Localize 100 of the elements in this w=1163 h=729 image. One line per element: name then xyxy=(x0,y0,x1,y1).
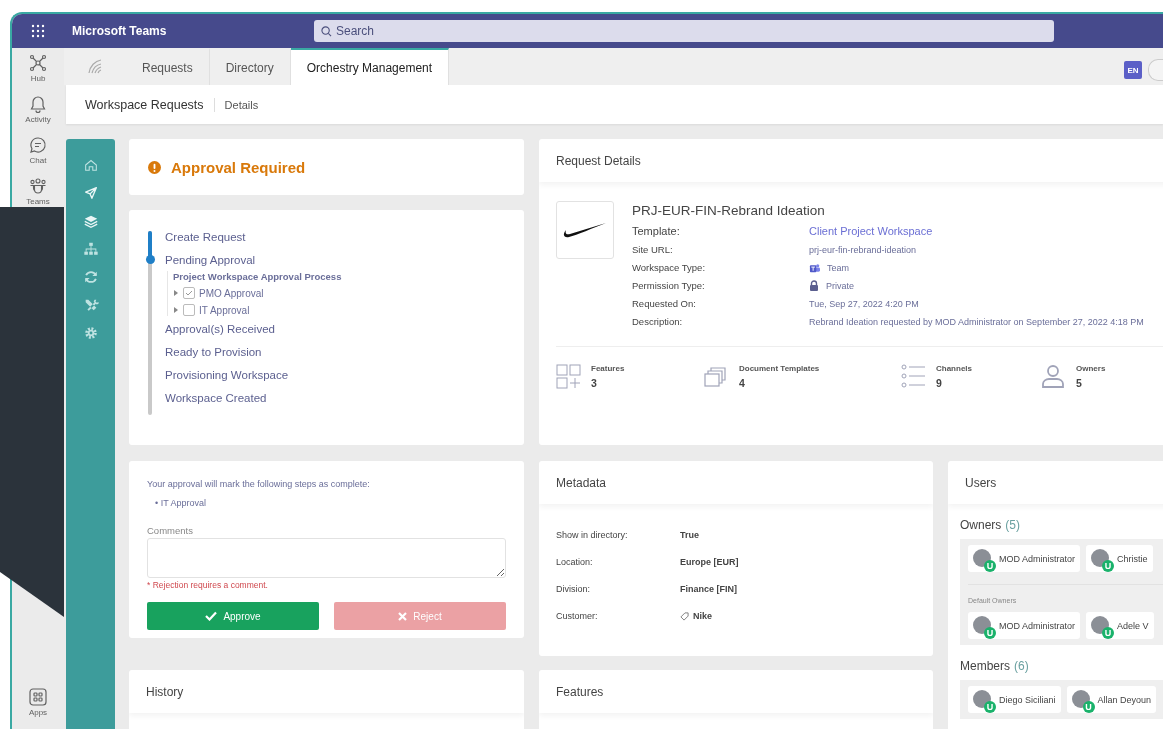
workspace-name: PRJ-EUR-FIN-Rebrand Ideation xyxy=(632,203,826,218)
language-badge[interactable]: EN xyxy=(1124,61,1142,79)
stat-label: Features xyxy=(591,364,625,373)
apps-icon xyxy=(28,687,48,707)
validation-message: * Rejection requires a comment. xyxy=(147,580,269,590)
comments-field[interactable] xyxy=(147,538,506,578)
layers-icon[interactable] xyxy=(82,213,99,229)
stat-label: Channels xyxy=(936,364,972,373)
home-icon[interactable] xyxy=(82,157,99,173)
progress-step: Create Request xyxy=(165,230,342,253)
field-value: Europe [EUR] xyxy=(680,557,739,567)
field-label: Template: xyxy=(632,225,681,237)
app-title: Microsoft Teams xyxy=(71,24,168,38)
rail-item[interactable]: Activity xyxy=(25,94,51,124)
checkbox[interactable] xyxy=(183,287,195,299)
field-label: Requested On: xyxy=(632,298,697,309)
avatar-circle xyxy=(1091,615,1110,634)
field-label: Site URL: xyxy=(632,244,674,255)
group-title: Owners xyxy=(960,518,1002,532)
progress-step: Provisioning Workspace xyxy=(165,368,342,391)
gear-icon[interactable] xyxy=(82,325,99,341)
check-icon xyxy=(205,611,218,621)
user-chip[interactable]: U MOD Administrator xyxy=(968,612,1081,639)
field-value: Private xyxy=(826,280,854,291)
group-title: Members xyxy=(960,659,1010,673)
caret-icon xyxy=(173,307,179,313)
step-list-item: • IT Approval xyxy=(155,497,207,509)
team-icon xyxy=(809,262,820,273)
field-label: Location: xyxy=(556,557,594,567)
user-chip[interactable]: U MOD Administrator xyxy=(968,545,1081,572)
person-icon xyxy=(1041,364,1067,390)
send-icon[interactable] xyxy=(82,185,99,201)
progress-step: Approval(s) Received xyxy=(165,322,342,345)
field-label: Show in directory: xyxy=(556,530,629,540)
search-field[interactable]: Search xyxy=(314,20,1054,42)
checkbox[interactable] xyxy=(183,304,195,316)
list-icon xyxy=(901,364,927,390)
check-icon xyxy=(185,289,193,297)
avatar-circle xyxy=(973,548,991,567)
group-count: (5) xyxy=(1005,518,1020,532)
breadcrumb-item[interactable]: Workspace Requests xyxy=(85,97,215,112)
card-title: Request Details xyxy=(539,139,1163,182)
user-name: MOD Administrator xyxy=(999,620,1076,631)
avatar-icon[interactable] xyxy=(1148,59,1163,81)
approval-step: IT Approval xyxy=(199,304,250,316)
approval-title: Approval Required xyxy=(171,158,306,176)
breadcrumb-item[interactable]: Details xyxy=(224,98,259,111)
field-label: Permission Type: xyxy=(632,280,706,291)
progress-step: Ready to Provision xyxy=(165,345,342,368)
rail-item[interactable]: Chat xyxy=(28,135,48,165)
user-chip[interactable]: U Christie xyxy=(1086,545,1153,572)
avatar-circle xyxy=(1091,548,1110,567)
people-icon xyxy=(28,176,48,196)
field-value: Nike xyxy=(693,611,712,621)
hub-icon xyxy=(28,53,48,73)
chat-icon xyxy=(28,135,48,155)
card-title: Features xyxy=(539,670,933,713)
app-logo-icon xyxy=(86,57,104,76)
field-value: Team xyxy=(827,262,849,273)
rail-item[interactable]: Apps xyxy=(28,687,48,717)
user-name: MOD Administrator xyxy=(999,553,1076,564)
avatar-circle xyxy=(973,689,991,708)
card-title: Metadata xyxy=(539,461,933,504)
rail-item[interactable]: Hub xyxy=(28,53,48,83)
field-label: Division: xyxy=(556,584,591,594)
approval-note: Your approval will mark the following steps as complete: xyxy=(147,479,371,489)
avatar-circle xyxy=(973,615,991,634)
field-label: Workspace Type: xyxy=(632,262,707,273)
field-label: Customer: xyxy=(556,611,599,621)
field-value: True xyxy=(680,530,699,540)
field-label: Description: xyxy=(632,316,684,327)
group-count: (6) xyxy=(1014,659,1029,673)
card-title: Users xyxy=(948,461,1163,504)
sitemap-icon[interactable] xyxy=(82,241,99,257)
tab[interactable]: Orchestry Management xyxy=(290,48,450,85)
template-link[interactable]: Client Project Workspace xyxy=(809,225,933,237)
field-value: Tue, Sep 27, 2022 4:20 PM xyxy=(809,298,919,309)
stat-value: 4 xyxy=(739,377,746,389)
user-chip[interactable]: U Allan Deyoun xyxy=(1066,686,1157,713)
features-icon xyxy=(556,364,582,390)
stat-value: 5 xyxy=(1076,377,1083,389)
user-name: Christie xyxy=(1117,553,1148,564)
caret-icon xyxy=(173,290,179,296)
search-icon xyxy=(321,26,332,37)
rail-item[interactable]: Teams xyxy=(26,176,50,206)
lock-icon xyxy=(809,280,819,291)
sync-icon[interactable] xyxy=(82,269,99,285)
user-name: Adele V xyxy=(1117,620,1149,631)
stat-value: 9 xyxy=(936,377,943,389)
approval-step: PMO Approval xyxy=(199,287,264,299)
close-icon xyxy=(398,611,408,621)
user-chip[interactable]: U Adele V xyxy=(1086,612,1154,639)
field-value: Rebrand Ideation requested by MOD Administrator on September 27, 2022 4:18 PM xyxy=(809,316,1144,327)
app-launcher-icon[interactable] xyxy=(31,24,45,38)
user-chip[interactable]: U Diego Siciliani xyxy=(968,686,1061,713)
avatar-circle xyxy=(1071,689,1090,708)
user-name: Diego Siciliani xyxy=(999,694,1056,705)
swoosh-icon xyxy=(563,220,607,240)
alert-icon xyxy=(148,160,161,174)
progress-step: Workspace Created xyxy=(165,391,342,414)
